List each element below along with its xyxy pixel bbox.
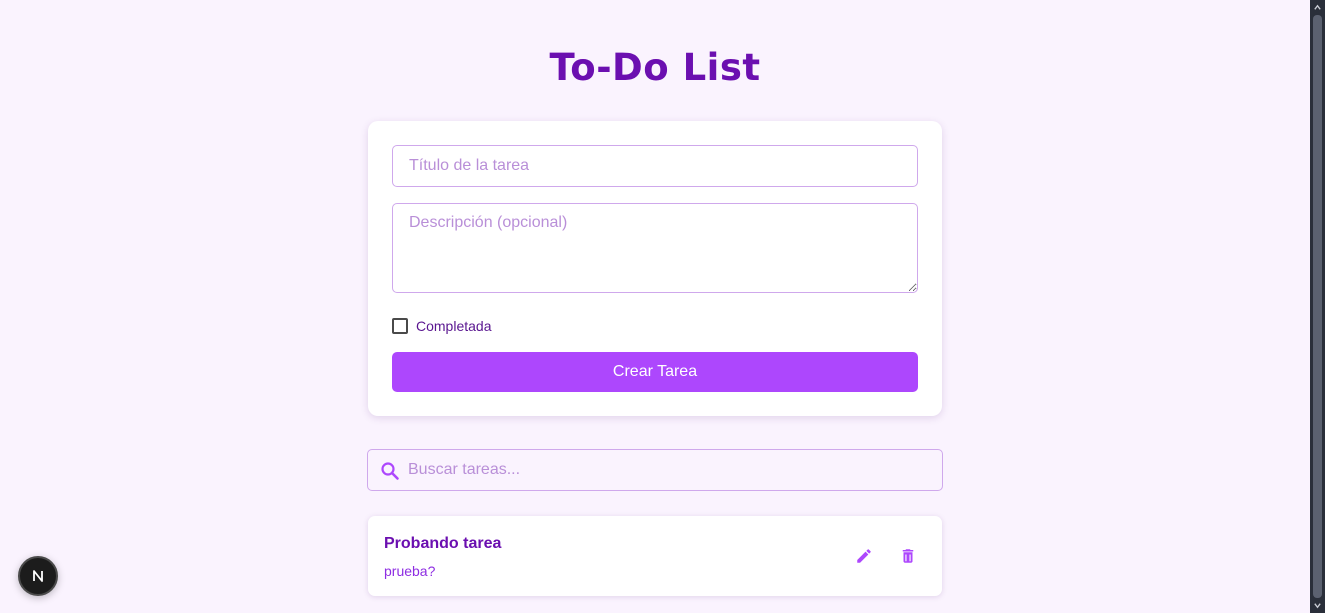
search-icon xyxy=(380,461,400,481)
task-item: Probando tarea prueba? xyxy=(368,516,942,596)
scrollbar-thumb[interactable] xyxy=(1313,15,1322,598)
task-title: Probando tarea xyxy=(384,535,502,552)
vertical-scrollbar[interactable] xyxy=(1310,0,1325,613)
scroll-down-arrow-icon[interactable] xyxy=(1313,601,1322,610)
search-input[interactable] xyxy=(408,450,938,490)
trash-icon xyxy=(902,549,914,563)
search-box[interactable] xyxy=(367,449,943,491)
pencil-icon xyxy=(857,549,871,563)
completed-label[interactable]: Completada xyxy=(416,318,492,334)
nextjs-logo-icon xyxy=(33,570,43,582)
page-title: To-Do List xyxy=(549,46,761,89)
nextjs-dev-badge[interactable] xyxy=(18,556,58,596)
task-description: prueba? xyxy=(384,563,436,579)
completed-checkbox[interactable] xyxy=(392,318,408,334)
delete-task-button[interactable] xyxy=(898,546,918,566)
edit-task-button[interactable] xyxy=(854,546,874,566)
scroll-up-arrow-icon[interactable] xyxy=(1313,3,1322,12)
task-form-card: Completada Crear Tarea xyxy=(368,121,942,416)
create-task-button[interactable]: Crear Tarea xyxy=(392,352,918,392)
page: To-Do List Completada Crear Tarea Proban… xyxy=(0,0,1325,613)
task-description-textarea[interactable] xyxy=(392,203,918,293)
task-title-input[interactable] xyxy=(392,145,918,187)
completed-row[interactable]: Completada xyxy=(392,318,492,334)
